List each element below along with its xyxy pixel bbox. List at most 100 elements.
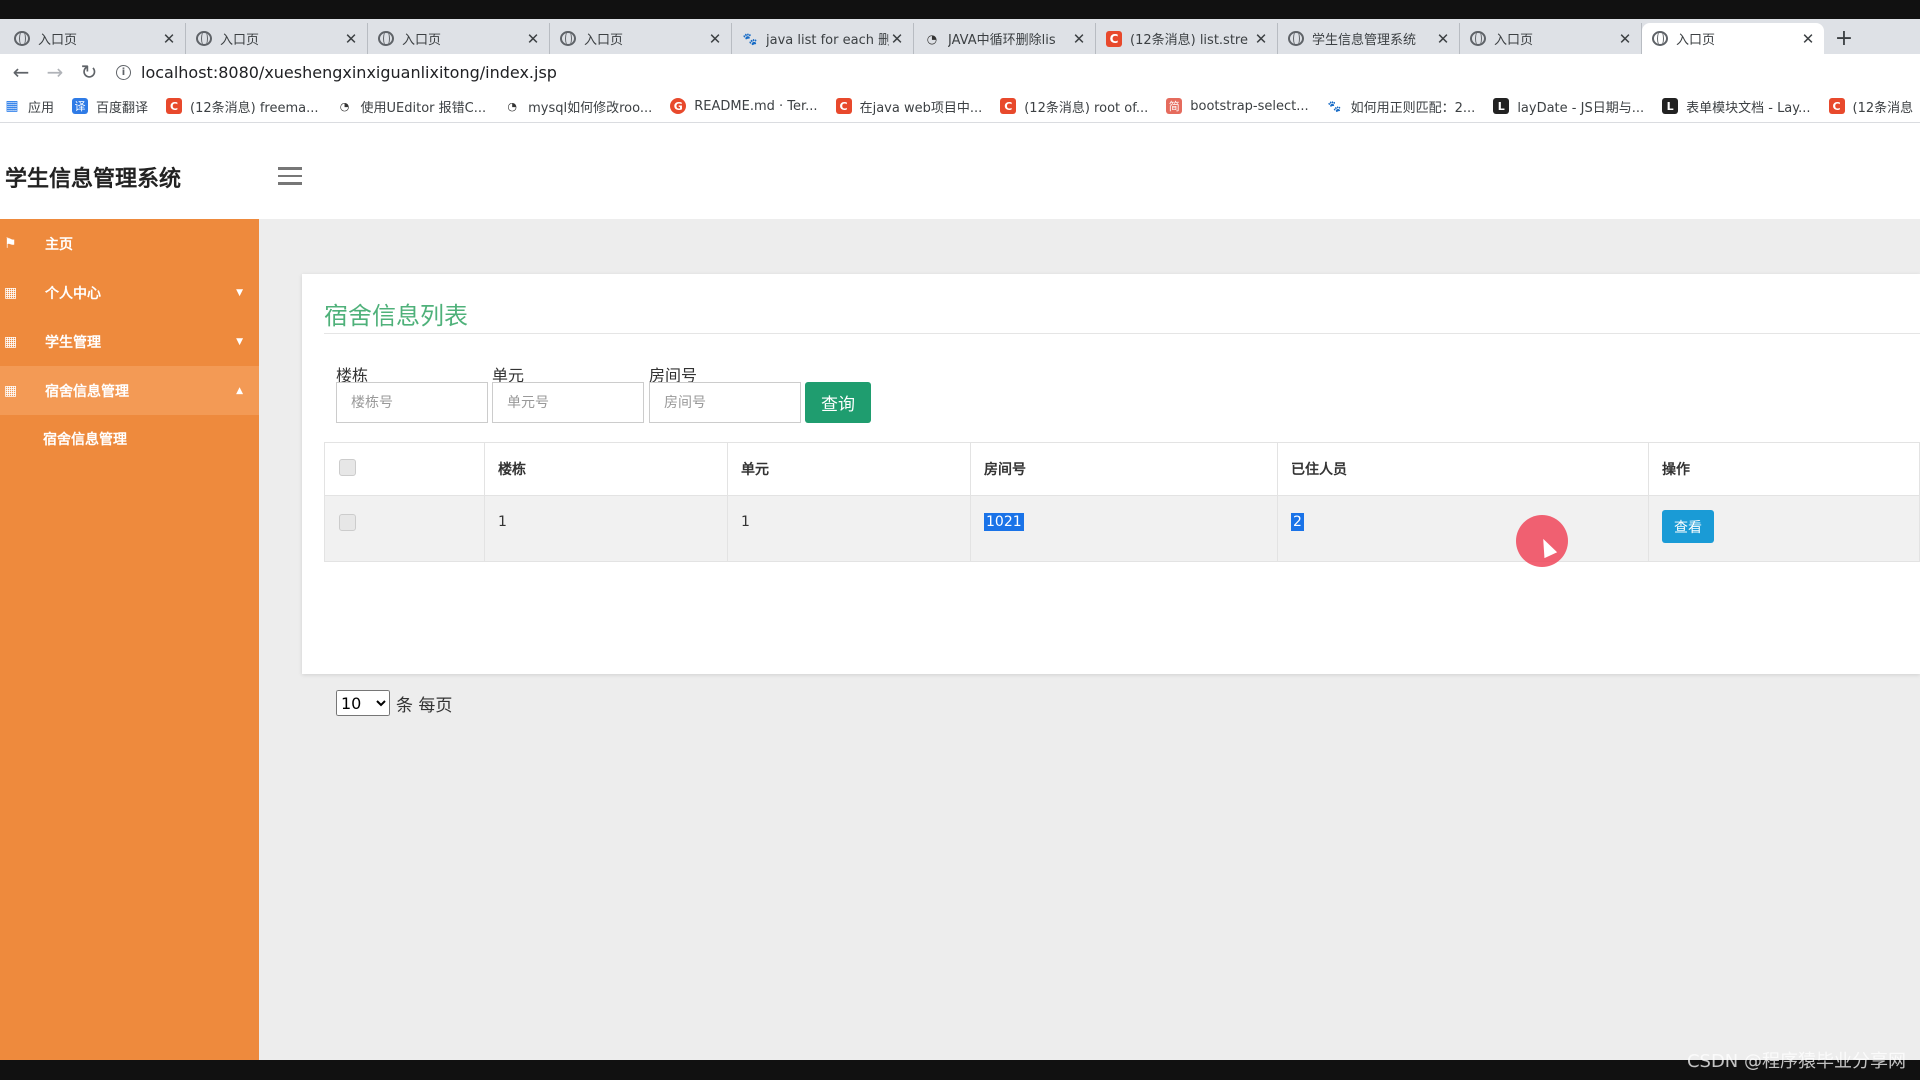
grid-icon: ▦ [4, 333, 18, 350]
bookmark-label: 应用 [28, 100, 55, 116]
bookmark-label: README.md · Ter... [694, 98, 818, 114]
bookmark-csdn-last[interactable]: C (12条消息 [1828, 97, 1913, 116]
sidebar-subitem-dorm-management[interactable]: 宿舍信息管理 [0, 415, 259, 463]
tab-9[interactable]: 入口页 ✕ [1460, 23, 1642, 54]
url-box[interactable]: i localhost:8080/xueshengxinxiguanlixito… [116, 63, 557, 82]
back-arrow-icon[interactable]: ← [4, 60, 38, 84]
tab-5[interactable]: 🐾 java list for each 删 ✕ [732, 23, 914, 54]
bookmark-label: 使用UEditor 报错C... [360, 100, 487, 116]
tab-7[interactable]: C (12条消息) list.stre ✕ [1096, 23, 1278, 54]
close-icon[interactable]: ✕ [525, 30, 541, 48]
yuque-icon: ◔ [339, 99, 350, 113]
row-select-cell [324, 495, 485, 562]
column-header: 操作 [1648, 442, 1920, 496]
jianshu-icon: 简 [1166, 98, 1183, 114]
tab-title: 学生信息管理系统 [1312, 33, 1417, 48]
baidu-translate-icon: 译 [72, 98, 89, 114]
occupants-cell: 2 [1277, 495, 1649, 562]
sidebar-item-home[interactable]: ⚑ 主页 [0, 219, 259, 268]
bookmark-readme[interactable]: G README.md · Ter... [670, 98, 818, 114]
tab-title: 入口页 [38, 33, 78, 48]
tab-title: 入口页 [220, 33, 260, 48]
globe-icon [560, 31, 576, 46]
title-divider [324, 333, 1920, 334]
forward-arrow-icon[interactable]: → [38, 60, 72, 84]
query-button[interactable]: 查询 [805, 382, 871, 423]
close-icon[interactable]: ✕ [343, 30, 359, 48]
new-tab-button[interactable]: + [1824, 23, 1864, 54]
occupants-value: 2 [1291, 513, 1304, 531]
globe-icon [196, 31, 212, 46]
menu-toggle-icon[interactable] [278, 167, 302, 190]
bookmark-mysql[interactable]: ◔ mysql如何修改roo... [504, 97, 652, 116]
close-icon[interactable]: ✕ [1617, 30, 1633, 48]
close-icon[interactable]: ✕ [1071, 30, 1087, 48]
yuque-icon: ◔ [507, 99, 517, 113]
bookmark-label: 百度翻译 [96, 100, 149, 116]
tab-3[interactable]: 入口页 ✕ [368, 23, 550, 54]
tab-4[interactable]: 入口页 ✕ [550, 23, 732, 54]
site-info-icon[interactable]: i [116, 64, 131, 80]
tab-title: 入口页 [1676, 33, 1716, 48]
select-all-cell [324, 442, 485, 496]
tab-10-active[interactable]: 入口页 ✕ [1642, 23, 1824, 54]
bookmark-label: (12条消息) freema... [190, 100, 319, 116]
globe-icon [1652, 31, 1668, 46]
close-icon[interactable]: ✕ [1800, 30, 1816, 48]
caret-down-icon: ▼ [236, 336, 243, 347]
bookmark-apps[interactable]: ▦ 应用 [4, 97, 54, 116]
csdn-icon: C [1000, 98, 1017, 114]
close-icon[interactable]: ✕ [1253, 30, 1269, 48]
bookmark-regex[interactable]: 🐾 如何用正则匹配：2... [1327, 97, 1476, 116]
csdn-icon: C [835, 98, 852, 114]
csdn-icon: C [1106, 30, 1122, 47]
gitee-icon: G [670, 98, 687, 114]
tab-title: JAVA中循环删除lis [948, 33, 1056, 48]
csdn-icon: C [166, 98, 183, 114]
close-icon[interactable]: ✕ [161, 30, 177, 48]
unit-input[interactable] [492, 382, 644, 423]
tab-8[interactable]: 学生信息管理系统 ✕ [1278, 23, 1460, 54]
page-size-select[interactable]: 10 [336, 690, 390, 716]
bookmark-root-of[interactable]: C (12条消息) root of... [1000, 97, 1148, 116]
sidebar-item-personal-center[interactable]: ▦ 个人中心 ▼ [0, 268, 259, 317]
close-icon[interactable]: ✕ [889, 30, 905, 48]
reload-icon[interactable]: ↻ [72, 60, 106, 84]
tab-strip: 入口页 ✕ 入口页 ✕ 入口页 ✕ 入口页 ✕ 🐾 java list for each … [0, 19, 1920, 54]
baidu-paw-icon: 🐾 [742, 31, 758, 46]
address-bar: ← → ↻ i localhost:8080/xueshengxinxiguan… [0, 54, 1920, 90]
bookmarks-bar: ▦ 应用 译百度翻译 C (12条消息) freema... ◔ 使用UEditor … [0, 90, 1920, 123]
caret-up-icon: ▲ [236, 385, 243, 396]
sidebar-item-student-management[interactable]: ▦ 学生管理 ▼ [0, 317, 259, 366]
sidebar-item-dorm-management[interactable]: ▦ 宿舍信息管理 ▲ [0, 366, 259, 415]
bookmark-layui-form[interactable]: L 表单模块文档 - Lay... [1662, 97, 1811, 116]
window-bottom-bar [0, 1060, 1920, 1080]
app-viewport: 学生信息管理系统 ⚑ 主页 ▦ 个人中心 ▼ ▦ 学生管理 ▼ ▦ 宿舍信息管理… [0, 123, 1920, 1060]
room-input[interactable] [649, 382, 801, 423]
building-input[interactable] [336, 382, 488, 423]
bookmark-csdn-freemarker[interactable]: C (12条消息) freema... [166, 97, 319, 116]
app-header: 学生信息管理系统 [0, 123, 1920, 219]
bookmark-ueditor[interactable]: ◔ 使用UEditor 报错C... [337, 97, 487, 116]
bookmark-bootstrap-select[interactable]: 简 bootstrap-select... [1166, 98, 1309, 114]
bookmark-java-web[interactable]: C 在java web项目中... [835, 97, 982, 116]
close-icon[interactable]: ✕ [1435, 30, 1451, 48]
bookmark-baidu-translate[interactable]: 译百度翻译 [72, 97, 148, 116]
bookmark-laydate[interactable]: LlayDate - JS日期与... [1493, 97, 1644, 116]
view-button[interactable]: 查看 [1662, 510, 1714, 543]
tab-6[interactable]: ◔ JAVA中循环删除lis ✕ [914, 23, 1096, 54]
building-cell: 1 [484, 495, 728, 562]
tab-2[interactable]: 入口页 ✕ [186, 23, 368, 54]
tab-1[interactable]: 入口页 ✕ [4, 23, 186, 54]
bookmark-label: (12条消息) root of... [1024, 100, 1149, 116]
grid-icon: ▦ [4, 382, 18, 399]
dorm-list-card: 宿舍信息列表 楼栋 单元 房间号 查询 楼栋 单元 房间号 已住人员 操作 [302, 274, 1920, 716]
row-checkbox[interactable] [339, 514, 356, 531]
close-icon[interactable]: ✕ [707, 30, 723, 48]
dorm-table: 楼栋 单元 房间号 已住人员 操作 1 1 1021 2 查看 [324, 442, 1920, 562]
select-all-checkbox[interactable] [339, 458, 356, 476]
room-cell: 1021 [970, 495, 1278, 562]
sidebar-item-label: 个人中心 [45, 285, 101, 302]
url-text[interactable]: localhost:8080/xueshengxinxiguanlixitong… [141, 63, 557, 82]
bookmark-label: mysql如何修改roo... [528, 100, 653, 116]
